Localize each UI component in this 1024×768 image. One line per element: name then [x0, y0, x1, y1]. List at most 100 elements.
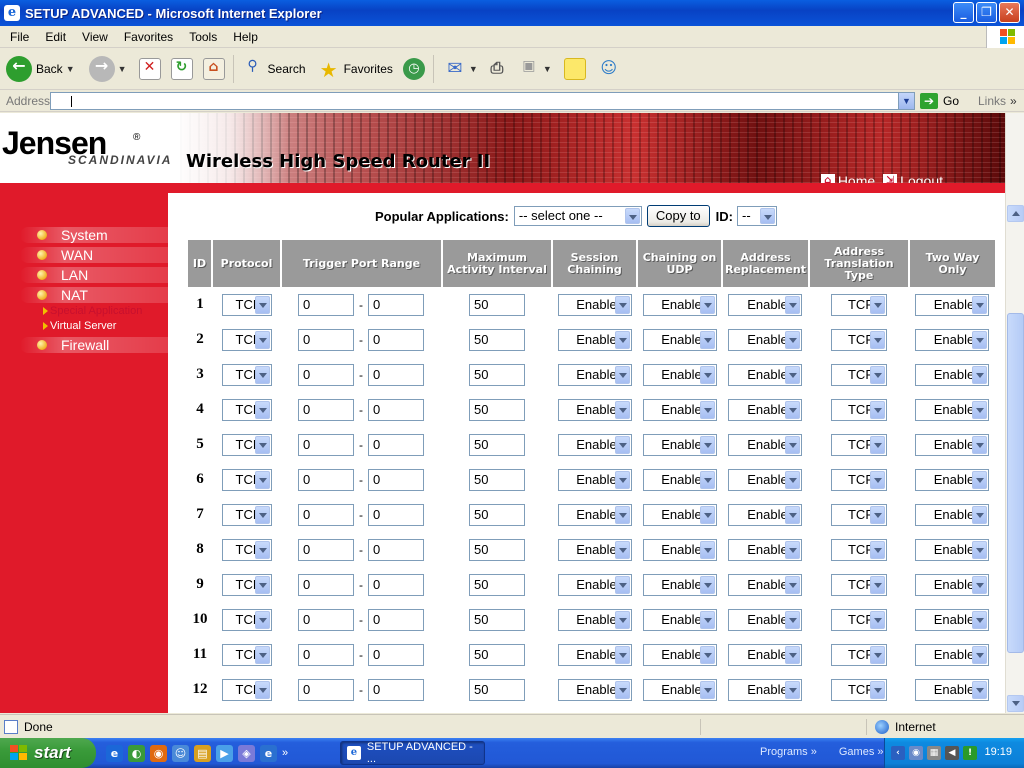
max-activity-interval-input[interactable]: 50: [469, 678, 525, 701]
forward-dropdown-icon[interactable]: ▼: [118, 64, 127, 74]
address-translation-type-select[interactable]: TCP: [830, 503, 887, 526]
taskbar-button-setup-advanced[interactable]: e SETUP ADVANCED - ...: [340, 741, 485, 765]
app-quicklaunch-icon[interactable]: ◐: [128, 744, 145, 762]
trigger-port-end-input[interactable]: 0: [368, 608, 424, 631]
address-replacement-select[interactable]: Enable: [728, 608, 803, 631]
session-chaining-select[interactable]: Enable: [557, 573, 632, 596]
trigger-port-start-input[interactable]: 0: [298, 538, 354, 561]
address-replacement-select[interactable]: Enable: [728, 328, 803, 351]
menu-tools[interactable]: Tools: [181, 30, 225, 44]
address-translation-type-select[interactable]: TCP: [830, 363, 887, 386]
max-activity-interval-input[interactable]: 50: [469, 328, 525, 351]
discuss-button[interactable]: [563, 57, 586, 80]
two-way-only-select[interactable]: Enable: [914, 503, 989, 526]
close-button[interactable]: ✕: [999, 2, 1020, 23]
chaining-on-udp-select[interactable]: Enable: [642, 573, 717, 596]
address-translation-type-select[interactable]: TCP: [830, 468, 887, 491]
media-quicklaunch-icon[interactable]: ▶: [216, 744, 233, 762]
minimize-button[interactable]: _: [953, 2, 974, 23]
mail-button[interactable]: ✉ ▼: [444, 58, 477, 80]
session-chaining-select[interactable]: Enable: [557, 608, 632, 631]
two-way-only-select[interactable]: Enable: [914, 398, 989, 421]
scroll-thumb[interactable]: [1007, 313, 1024, 653]
address-translation-type-select[interactable]: TCP: [830, 293, 887, 316]
start-button[interactable]: start: [0, 738, 96, 768]
trigger-port-start-input[interactable]: 0: [298, 678, 354, 701]
trigger-port-start-input[interactable]: 0: [298, 608, 354, 631]
chaining-on-udp-select[interactable]: Enable: [642, 608, 717, 631]
sidebar-item-nat[interactable]: NAT: [0, 286, 168, 304]
two-way-only-select[interactable]: Enable: [914, 678, 989, 701]
network-icon[interactable]: ▦: [927, 746, 941, 760]
chaining-on-udp-select[interactable]: Enable: [642, 398, 717, 421]
trigger-port-start-input[interactable]: 0: [298, 503, 354, 526]
session-chaining-select[interactable]: Enable: [557, 363, 632, 386]
menu-file[interactable]: File: [0, 30, 37, 44]
menu-edit[interactable]: Edit: [37, 30, 74, 44]
two-way-only-select[interactable]: Enable: [914, 538, 989, 561]
trigger-port-start-input[interactable]: 0: [298, 293, 354, 316]
protocol-select[interactable]: TCP: [221, 678, 272, 701]
trigger-port-start-input[interactable]: 0: [298, 398, 354, 421]
two-way-only-select[interactable]: Enable: [914, 608, 989, 631]
max-activity-interval-input[interactable]: 50: [469, 398, 525, 421]
network-quicklaunch-icon[interactable]: ◈: [238, 744, 255, 762]
protocol-select[interactable]: TCP: [221, 503, 272, 526]
max-activity-interval-input[interactable]: 50: [469, 538, 525, 561]
protocol-select[interactable]: TCP: [221, 468, 272, 491]
go-button[interactable]: ➔ Go: [920, 93, 959, 109]
max-activity-interval-input[interactable]: 50: [469, 503, 525, 526]
session-chaining-select[interactable]: Enable: [557, 293, 632, 316]
chaining-on-udp-select[interactable]: Enable: [642, 363, 717, 386]
protocol-select[interactable]: TCP: [221, 293, 272, 316]
trigger-port-end-input[interactable]: 0: [368, 503, 424, 526]
max-activity-interval-input[interactable]: 50: [469, 643, 525, 666]
sidebar-item-system[interactable]: System: [0, 226, 168, 244]
address-replacement-select[interactable]: Enable: [728, 468, 803, 491]
address-replacement-select[interactable]: Enable: [728, 433, 803, 456]
chaining-on-udp-select[interactable]: Enable: [642, 293, 717, 316]
chaining-on-udp-select[interactable]: Enable: [642, 643, 717, 666]
session-chaining-select[interactable]: Enable: [557, 398, 632, 421]
max-activity-interval-input[interactable]: 50: [469, 433, 525, 456]
two-way-only-select[interactable]: Enable: [914, 433, 989, 456]
trigger-port-end-input[interactable]: 0: [368, 468, 424, 491]
back-button[interactable]: ← Back ▼: [6, 55, 75, 82]
restore-button[interactable]: ❐: [976, 2, 997, 23]
sidebar-item-wan[interactable]: WAN: [0, 246, 168, 264]
session-chaining-select[interactable]: Enable: [557, 468, 632, 491]
address-replacement-select[interactable]: Enable: [728, 503, 803, 526]
max-activity-interval-input[interactable]: 50: [469, 468, 525, 491]
scroll-up-button[interactable]: [1007, 205, 1024, 222]
protocol-select[interactable]: TCP: [221, 398, 272, 421]
trigger-port-end-input[interactable]: 0: [368, 293, 424, 316]
trigger-port-start-input[interactable]: 0: [298, 468, 354, 491]
trigger-port-end-input[interactable]: 0: [368, 433, 424, 456]
session-chaining-select[interactable]: Enable: [557, 433, 632, 456]
address-translation-type-select[interactable]: TCP: [830, 608, 887, 631]
popular-applications-select[interactable]: -- select one --: [513, 206, 642, 226]
trigger-port-start-input[interactable]: 0: [298, 573, 354, 596]
address-translation-type-select[interactable]: TCP: [830, 328, 887, 351]
links-button[interactable]: Links»: [978, 94, 1017, 108]
session-chaining-select[interactable]: Enable: [557, 643, 632, 666]
max-activity-interval-input[interactable]: 50: [469, 293, 525, 316]
trigger-port-start-input[interactable]: 0: [298, 363, 354, 386]
tray-app-icon[interactable]: ◉: [909, 746, 923, 760]
sidebar-subitem-virtual-server[interactable]: Virtual Server: [43, 319, 116, 333]
address-replacement-select[interactable]: Enable: [728, 643, 803, 666]
two-way-only-select[interactable]: Enable: [914, 573, 989, 596]
trigger-port-end-input[interactable]: 0: [368, 328, 424, 351]
chevron-right-icon[interactable]: »: [282, 747, 288, 759]
two-way-only-select[interactable]: Enable: [914, 468, 989, 491]
session-chaining-select[interactable]: Enable: [557, 538, 632, 561]
chaining-on-udp-select[interactable]: Enable: [642, 468, 717, 491]
games-toolbar[interactable]: Games »: [839, 746, 884, 758]
back-dropdown-icon[interactable]: ▼: [66, 64, 75, 74]
trigger-port-start-input[interactable]: 0: [298, 643, 354, 666]
address-replacement-select[interactable]: Enable: [728, 573, 803, 596]
sidebar-item-firewall[interactable]: Firewall: [0, 336, 168, 354]
protocol-select[interactable]: TCP: [221, 608, 272, 631]
max-activity-interval-input[interactable]: 50: [469, 363, 525, 386]
address-translation-type-select[interactable]: TCP: [830, 398, 887, 421]
